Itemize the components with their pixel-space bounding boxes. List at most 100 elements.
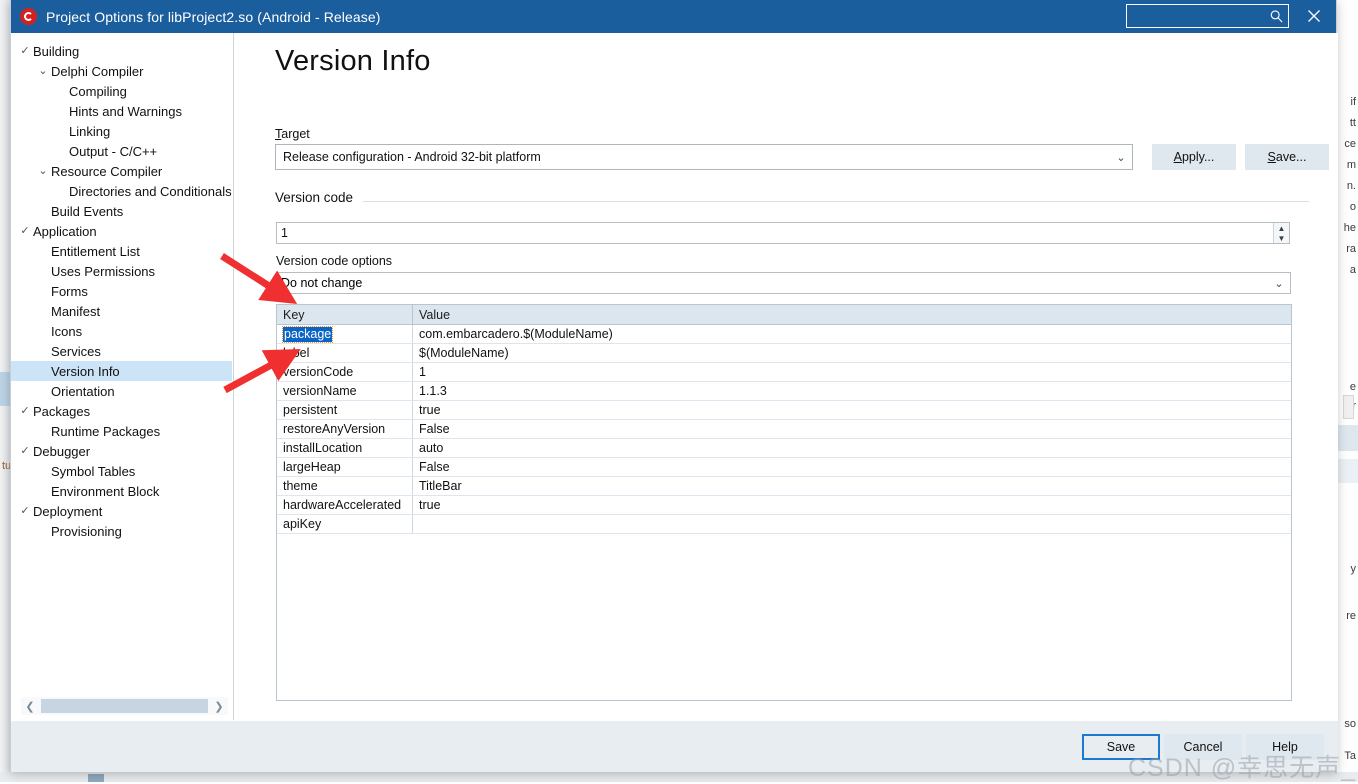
grid-cell-key[interactable]: package	[277, 325, 413, 343]
version-code-options-dropdown[interactable]: Do not change ⌄	[276, 272, 1291, 294]
search-input[interactable]	[1127, 5, 1288, 27]
chevron-down-icon[interactable]: ⌄	[35, 65, 51, 77]
sidebar-item-label: Build Events	[51, 203, 124, 219]
caret-up-icon[interactable]: ▲	[1274, 223, 1289, 233]
save-button[interactable]: Save	[1082, 734, 1160, 760]
sidebar-item-build-events[interactable]: Build Events	[11, 201, 232, 221]
sidebar-item-deployment[interactable]: ✓ Deployment	[11, 501, 232, 521]
sidebar-item-entitlement-list[interactable]: Entitlement List	[11, 241, 232, 261]
help-button[interactable]: Help	[1246, 734, 1324, 760]
sidebar-item-uses-permissions[interactable]: Uses Permissions	[11, 261, 232, 281]
column-header-key[interactable]: Key	[277, 305, 413, 324]
save-as-button[interactable]: Save...	[1245, 144, 1329, 170]
table-row[interactable]: apiKey	[277, 515, 1291, 534]
sidebar-item-resource-compiler[interactable]: ⌄ Resource Compiler	[11, 161, 232, 181]
search-box[interactable]	[1126, 4, 1289, 28]
grid-cell-value[interactable]: False	[413, 420, 1291, 438]
selected-cell-text: package	[281, 325, 334, 343]
grid-cell-key[interactable]: largeHeap	[277, 458, 413, 476]
target-dropdown[interactable]: Release configuration - Android 32-bit p…	[275, 144, 1133, 170]
grid-cell-value[interactable]: $(ModuleName)	[413, 344, 1291, 362]
grid-cell-value[interactable]: 1	[413, 363, 1291, 381]
sidebar-horizontal-scrollbar[interactable]: ❮ ❯	[21, 697, 228, 715]
sidebar-item-application[interactable]: ✓ Application	[11, 221, 232, 241]
search-icon	[1270, 10, 1283, 23]
grid-cell-value[interactable]: False	[413, 458, 1291, 476]
sidebar-item-environment-block[interactable]: Environment Block	[11, 481, 232, 501]
sidebar-item-building[interactable]: ✓ Building	[11, 41, 232, 61]
grid-cell-value[interactable]	[413, 515, 1291, 533]
grid-cell-value[interactable]: true	[413, 496, 1291, 514]
page-title: Version Info	[275, 45, 431, 77]
sidebar-item-services[interactable]: Services	[11, 341, 232, 361]
sidebar-item-directories-and-conditionals[interactable]: Directories and Conditionals	[11, 181, 232, 201]
table-row[interactable]: label $(ModuleName)	[277, 344, 1291, 363]
grid-cell-value[interactable]: true	[413, 401, 1291, 419]
version-info-grid[interactable]: Key Value package com.embarcadero.$(Modul…	[276, 304, 1292, 701]
sidebar-item-forms[interactable]: Forms	[11, 281, 232, 301]
scrollbar-thumb[interactable]	[41, 699, 208, 713]
background-right-panel: if tt ce m n. o he ra a e tr y re so Ta	[1336, 0, 1358, 782]
sidebar-item-label: Environment Block	[51, 483, 160, 499]
sidebar-item-delphi-compiler[interactable]: ⌄ Delphi Compiler	[11, 61, 232, 81]
background-text-fragment: ra	[1346, 243, 1356, 255]
background-text-fragment: re	[1346, 610, 1356, 622]
caret-down-icon[interactable]: ▼	[1274, 233, 1289, 243]
sidebar-item-orientation[interactable]: Orientation	[11, 381, 232, 401]
grid-cell-key[interactable]: theme	[277, 477, 413, 495]
group-divider	[363, 201, 1309, 202]
sidebar-item-runtime-packages[interactable]: Runtime Packages	[11, 421, 232, 441]
chevron-left-icon[interactable]: ❮	[21, 697, 39, 715]
sidebar-item-symbol-tables[interactable]: Symbol Tables	[11, 461, 232, 481]
project-options-dialog: Project Options for libProject2.so (Andr…	[10, 0, 1338, 772]
version-code-stepper[interactable]: ▲ ▼	[1273, 223, 1289, 243]
apply-button[interactable]: Apply...	[1152, 144, 1236, 170]
grid-cell-key[interactable]: versionCode	[277, 363, 413, 381]
grid-cell-value[interactable]: TitleBar	[413, 477, 1291, 495]
background-right-band	[1336, 425, 1358, 451]
cancel-button[interactable]: Cancel	[1164, 734, 1242, 760]
table-row[interactable]: theme TitleBar	[277, 477, 1291, 496]
table-row[interactable]: hardwareAccelerated true	[277, 496, 1291, 515]
grid-cell-key[interactable]: persistent	[277, 401, 413, 419]
table-row[interactable]: installLocation auto	[277, 439, 1291, 458]
table-row[interactable]: versionCode 1	[277, 363, 1291, 382]
grid-cell-key[interactable]: apiKey	[277, 515, 413, 533]
sidebar-item-label: Debugger	[33, 443, 91, 459]
sidebar-item-provisioning[interactable]: Provisioning	[11, 521, 232, 541]
sidebar-item-manifest[interactable]: Manifest	[11, 301, 232, 321]
close-button[interactable]	[1300, 6, 1328, 26]
grid-cell-key[interactable]: versionName	[277, 382, 413, 400]
sidebar-item-linking[interactable]: Linking	[11, 121, 232, 141]
chevron-down-icon[interactable]: ⌄	[35, 165, 51, 177]
options-tree[interactable]: ✓ Building ⌄ Delphi Compiler Compiling Hints …	[11, 41, 232, 690]
table-row[interactable]: restoreAnyVersion False	[277, 420, 1291, 439]
table-row[interactable]: largeHeap False	[277, 458, 1291, 477]
table-row[interactable]: persistent true	[277, 401, 1291, 420]
grid-cell-key[interactable]: restoreAnyVersion	[277, 420, 413, 438]
table-row[interactable]: versionName 1.1.3	[277, 382, 1291, 401]
sidebar-item-label: Runtime Packages	[51, 423, 161, 439]
chevron-right-icon[interactable]: ❯	[210, 697, 228, 715]
version-code-input[interactable]	[277, 223, 1273, 243]
sidebar-item-version-info[interactable]: Version Info	[11, 361, 232, 381]
version-code-field[interactable]: ▲ ▼	[276, 222, 1290, 244]
grid-cell-value[interactable]: 1.1.3	[413, 382, 1291, 400]
sidebar-item-icons[interactable]: Icons	[11, 321, 232, 341]
sidebar-item-hints-and-warnings[interactable]: Hints and Warnings	[11, 101, 232, 121]
table-row[interactable]: package com.embarcadero.$(ModuleName)	[277, 325, 1291, 344]
grid-cell-value[interactable]: com.embarcadero.$(ModuleName)	[413, 325, 1291, 343]
background-scrollbar-thumb[interactable]	[1343, 395, 1354, 419]
column-header-value[interactable]: Value	[413, 305, 1291, 324]
sidebar-item-output-c-c[interactable]: Output - C/C++	[11, 141, 232, 161]
sidebar-item-compiling[interactable]: Compiling	[11, 81, 232, 101]
grid-cell-key[interactable]: hardwareAccelerated	[277, 496, 413, 514]
grid-cell-key[interactable]: label	[277, 344, 413, 362]
sidebar-item-label: Packages	[33, 403, 91, 419]
grid-cell-key[interactable]: installLocation	[277, 439, 413, 457]
grid-cell-value[interactable]: auto	[413, 439, 1291, 457]
sidebar-item-packages[interactable]: ✓ Packages	[11, 401, 232, 421]
sidebar-item-label: Building	[33, 43, 80, 59]
sidebar-item-debugger[interactable]: ✓ Debugger	[11, 441, 232, 461]
sidebar-item-label: Linking	[69, 123, 111, 139]
